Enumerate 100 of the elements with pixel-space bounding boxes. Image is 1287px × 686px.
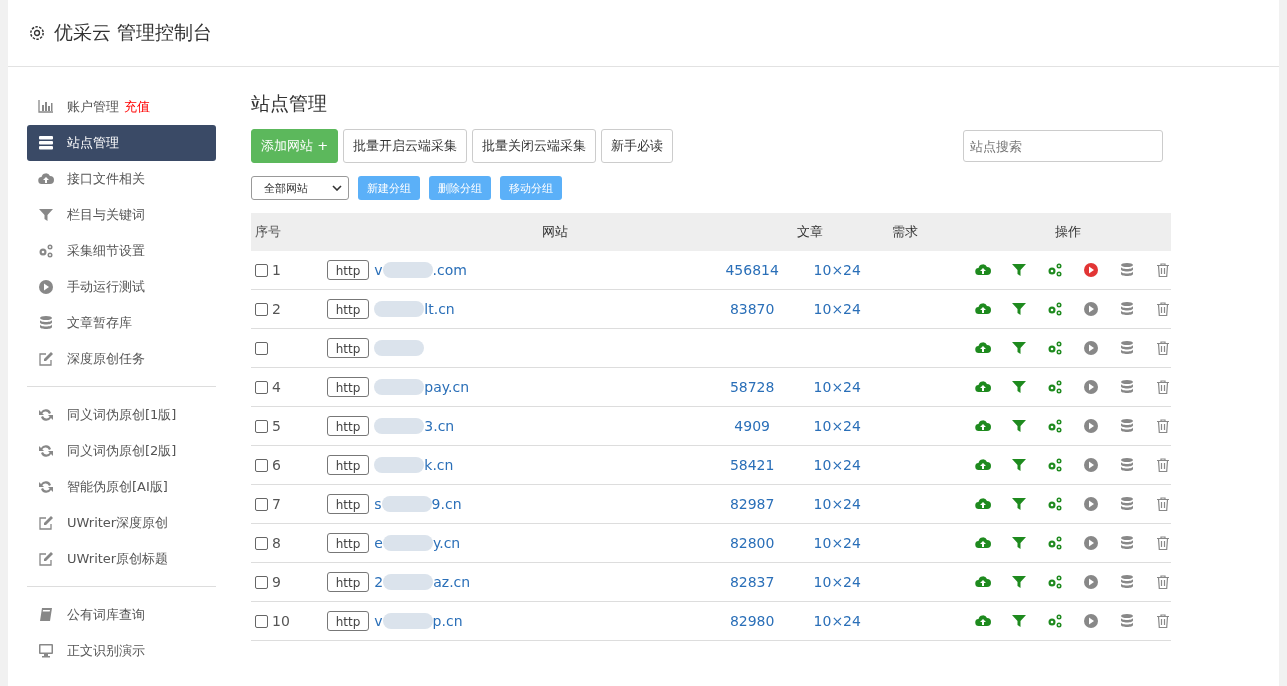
row-checkbox[interactable] (255, 497, 268, 511)
toolbar-button[interactable]: 批量开启云端采集 (343, 129, 468, 163)
demand-value[interactable]: 10×24 (813, 418, 861, 434)
database-icon[interactable] (1119, 301, 1135, 317)
sidebar-item[interactable]: 站点管理 (27, 125, 216, 161)
cloud-upload-icon[interactable] (975, 496, 991, 512)
row-checkbox[interactable] (255, 419, 268, 433)
database-icon[interactable] (1119, 535, 1135, 551)
cloud-upload-icon[interactable] (975, 262, 991, 278)
site-link[interactable]: s (374, 496, 382, 512)
sidebar-item[interactable]: 栏目与关键词 (27, 197, 216, 233)
trash-icon[interactable] (1155, 535, 1171, 551)
play-icon[interactable] (1083, 418, 1099, 434)
toolbar-button[interactable]: 新手必读 (601, 129, 674, 163)
article-count[interactable]: 82837 (729, 574, 775, 590)
sidebar-item[interactable]: UWriter原创标题 (27, 541, 216, 577)
demand-value[interactable]: 10×24 (813, 496, 861, 512)
sidebar-item[interactable]: 文章暂存库 (27, 305, 216, 341)
toolbar-button[interactable]: 批量关闭云端采集 (472, 129, 597, 163)
site-link[interactable]: 2 (374, 574, 384, 590)
site-link[interactable]: k.cn (424, 457, 454, 473)
row-checkbox[interactable] (255, 575, 268, 589)
demand-value[interactable]: 10×24 (813, 379, 861, 395)
cloud-upload-icon[interactable] (975, 574, 991, 590)
trash-icon[interactable] (1155, 574, 1171, 590)
gears-icon[interactable] (1047, 262, 1063, 278)
article-count[interactable]: 83870 (729, 301, 775, 317)
trash-icon[interactable] (1155, 457, 1171, 473)
row-checkbox[interactable] (255, 458, 268, 472)
site-link[interactable]: v (374, 262, 383, 278)
trash-icon[interactable] (1155, 418, 1171, 434)
article-count[interactable]: 456814 (725, 262, 779, 278)
cloud-upload-icon[interactable] (975, 340, 991, 356)
play-icon[interactable] (1083, 457, 1099, 473)
article-count[interactable]: 82987 (729, 496, 775, 512)
play-icon[interactable] (1083, 535, 1099, 551)
search-field[interactable]: 站点搜索 (963, 130, 1163, 162)
gears-icon[interactable] (1047, 535, 1063, 551)
row-checkbox[interactable] (255, 263, 268, 277)
play-icon[interactable] (1083, 340, 1099, 356)
database-icon[interactable] (1119, 379, 1135, 395)
demand-value[interactable]: 10×24 (813, 262, 861, 278)
demand-value[interactable]: 10×24 (813, 457, 861, 473)
cloud-upload-icon[interactable] (975, 613, 991, 629)
gears-icon[interactable] (1047, 418, 1063, 434)
database-icon[interactable] (1119, 496, 1135, 512)
database-icon[interactable] (1119, 574, 1135, 590)
trash-icon[interactable] (1155, 496, 1171, 512)
sidebar-item[interactable]: UWriter深度原创 (27, 505, 216, 541)
database-icon[interactable] (1119, 613, 1135, 629)
cloud-upload-icon[interactable] (975, 457, 991, 473)
gears-icon[interactable] (1047, 340, 1063, 356)
site-link[interactable]: az.cn (433, 574, 471, 590)
sidebar-item[interactable]: 智能伪原创[AI版] (27, 469, 216, 505)
row-checkbox[interactable] (255, 341, 268, 355)
gears-icon[interactable] (1047, 457, 1063, 473)
demand-value[interactable]: 10×24 (813, 535, 861, 551)
site-link[interactable]: 9.cn (431, 496, 462, 512)
sidebar-item[interactable]: 公有词库查询 (27, 597, 216, 633)
play-icon[interactable] (1083, 301, 1099, 317)
filter-icon[interactable] (1011, 613, 1027, 629)
gears-icon[interactable] (1047, 301, 1063, 317)
site-link[interactable]: e (374, 535, 383, 551)
trash-icon[interactable] (1155, 301, 1171, 317)
database-icon[interactable] (1119, 340, 1135, 356)
cloud-upload-icon[interactable] (975, 379, 991, 395)
database-icon[interactable] (1119, 457, 1135, 473)
filter-icon[interactable] (1011, 340, 1027, 356)
cloud-upload-icon[interactable] (975, 418, 991, 434)
sidebar-item[interactable]: 采集细节设置 (27, 233, 216, 269)
site-link[interactable]: 3.cn (424, 418, 455, 434)
trash-icon[interactable] (1155, 262, 1171, 278)
gears-icon[interactable] (1047, 574, 1063, 590)
gears-icon[interactable] (1047, 496, 1063, 512)
filter-icon[interactable] (1011, 301, 1027, 317)
row-checkbox[interactable] (255, 380, 268, 394)
gears-icon[interactable] (1047, 613, 1063, 629)
article-count[interactable]: 4909 (734, 418, 770, 434)
row-checkbox[interactable] (255, 302, 268, 316)
article-count[interactable]: 82980 (729, 613, 775, 629)
filter-icon[interactable] (1011, 574, 1027, 590)
sidebar-item[interactable]: 接口文件相关 (27, 161, 216, 197)
play-icon[interactable] (1083, 613, 1099, 629)
play-icon[interactable] (1083, 496, 1099, 512)
filter-icon[interactable] (1011, 379, 1027, 395)
site-link[interactable]: .com (432, 262, 467, 278)
database-icon[interactable] (1119, 418, 1135, 434)
site-link[interactable]: p.cn (432, 613, 463, 629)
row-checkbox[interactable] (255, 536, 268, 550)
article-count[interactable]: 58728 (729, 379, 775, 395)
article-count[interactable]: 82800 (729, 535, 775, 551)
sidebar-item[interactable]: 手动运行测试 (27, 269, 216, 305)
trash-icon[interactable] (1155, 379, 1171, 395)
filter-icon[interactable] (1011, 496, 1027, 512)
gears-icon[interactable] (1047, 379, 1063, 395)
demand-value[interactable]: 10×24 (813, 301, 861, 317)
site-link[interactable]: v (374, 613, 383, 629)
filter-icon[interactable] (1011, 262, 1027, 278)
demand-value[interactable]: 10×24 (813, 613, 861, 629)
filter-icon[interactable] (1011, 418, 1027, 434)
